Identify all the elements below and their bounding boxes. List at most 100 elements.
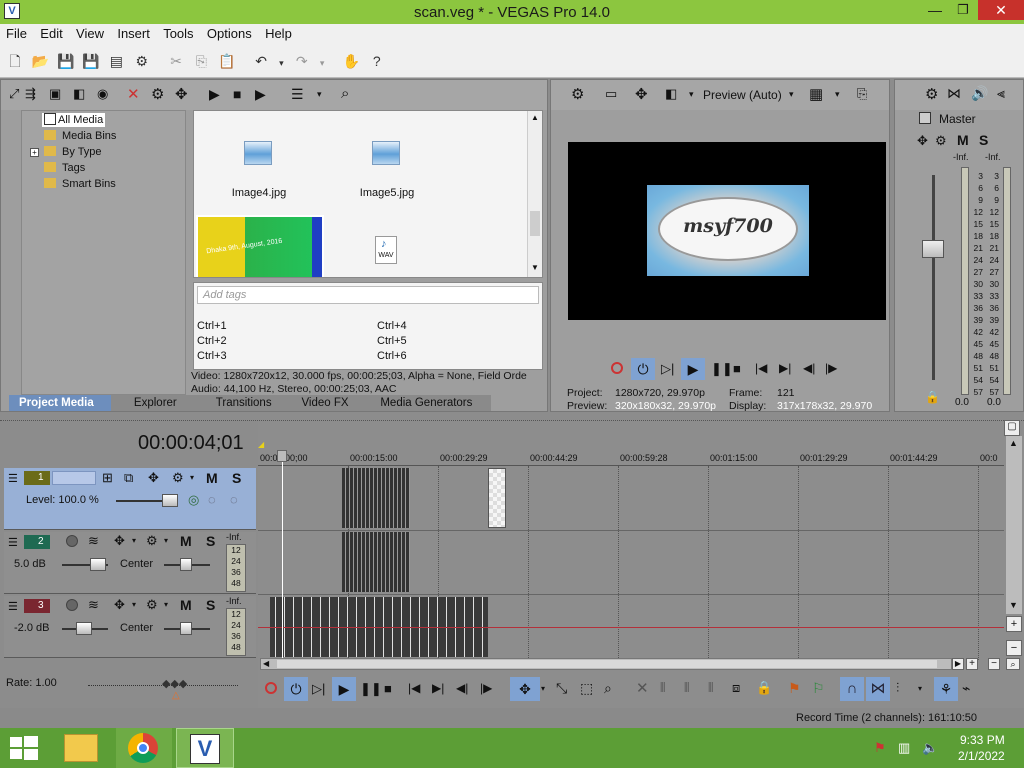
ignore-grouping-icon[interactable]: ⌁	[962, 680, 970, 697]
split-dropdown-icon[interactable]: ▾	[689, 89, 694, 100]
menu-tools[interactable]: Tools	[157, 24, 197, 41]
scroll-thumb[interactable]	[530, 211, 540, 236]
solo-button[interactable]: S	[232, 470, 241, 486]
track-fx-icon[interactable]: ✥	[114, 533, 125, 549]
scroll-thumb[interactable]	[277, 660, 937, 668]
tab-explorer[interactable]: Explorer	[114, 395, 196, 411]
playback-cursor[interactable]	[282, 456, 283, 658]
make-compositing-child-icon[interactable]: ⧉	[124, 470, 133, 486]
top-splitter[interactable]	[0, 420, 1024, 424]
undo-icon[interactable]: ↶	[251, 51, 271, 71]
delete-icon[interactable]: ✕	[636, 679, 649, 697]
scroll-down-icon[interactable]: ▼	[1009, 600, 1018, 610]
vegas-taskbar-button[interactable]: V	[176, 728, 234, 768]
clock-date[interactable]: 2/1/2022	[958, 749, 1005, 763]
track-fx-icon[interactable]: ⚙	[172, 470, 184, 486]
master-fader-handle[interactable]	[922, 240, 944, 258]
composite-mode-icon[interactable]: ⊞	[102, 470, 113, 486]
tab-video-fx[interactable]: Video FX	[291, 395, 359, 411]
add-tags-input[interactable]: Add tags	[197, 286, 539, 304]
solo-button[interactable]: S	[206, 597, 215, 613]
clock-time[interactable]: 9:33 PM	[960, 733, 1005, 747]
tab-transitions[interactable]: Transitions	[200, 395, 288, 411]
properties-icon[interactable]: ⚙	[132, 51, 152, 71]
level-slider-handle[interactable]	[162, 494, 178, 507]
speaker-icon[interactable]: 🔊	[971, 85, 988, 102]
mute-button[interactable]: M	[180, 533, 192, 549]
timecode-display[interactable]: 00:00:04;01	[138, 432, 244, 455]
save-icon[interactable]: 💾	[56, 51, 76, 71]
track-header-video-1[interactable]: ☰ 1 ⊞ ⧉ ✥ ⚙ ▾ M S Level: 100.0 % ◎ ◌ ◌	[4, 468, 256, 530]
capture-icon[interactable]: ▣	[49, 86, 61, 102]
stop-icon[interactable]: ■	[733, 361, 741, 376]
tab-project-media[interactable]: Project Media	[9, 395, 111, 411]
windows-start-icon[interactable]	[10, 736, 38, 760]
volume-slider-handle[interactable]	[90, 558, 106, 571]
zoom-tool-button[interactable]: ⌕	[1006, 658, 1020, 670]
trim-end-icon[interactable]: ⫴	[708, 680, 713, 696]
track-settings-icon[interactable]: ⚙	[146, 597, 158, 613]
loop-playback-icon[interactable]: ⏻	[284, 677, 308, 701]
volume-slider-handle[interactable]	[76, 622, 92, 635]
compositing-icon[interactable]: ◎	[188, 492, 199, 508]
track-minimize-icon[interactable]: ☰	[8, 472, 18, 485]
record-icon[interactable]	[265, 682, 277, 694]
video-fx-icon[interactable]: ✥	[635, 85, 648, 103]
render-as-icon[interactable]: ▤	[106, 51, 126, 71]
preview-quality-dropdown[interactable]: Preview (Auto)	[703, 88, 782, 102]
auto-ripple-icon[interactable]: ⫶	[896, 680, 899, 696]
edit-tool-dropdown-icon[interactable]: ▾	[541, 684, 545, 693]
lock-envelopes-icon[interactable]: ⚘	[934, 677, 958, 701]
video-thumbnail[interactable]: Dhaka 9th, August, 2016	[196, 215, 324, 277]
scroll-up-icon[interactable]: ▲	[1009, 438, 1018, 448]
zoom-out-horizontal-button[interactable]: −	[988, 658, 1000, 670]
next-frame-icon[interactable]: |▶	[825, 361, 837, 375]
open-icon[interactable]: 📂	[30, 51, 50, 71]
video-event-clip[interactable]	[342, 468, 410, 528]
image-event-clip[interactable]	[488, 468, 506, 528]
previous-frame-icon[interactable]: ◀|	[803, 361, 815, 375]
image-file-icon[interactable]	[244, 141, 272, 165]
go-to-start-icon[interactable]: |◀	[755, 361, 767, 375]
remove-media-icon[interactable]: ✕	[127, 85, 140, 103]
play-from-start-icon[interactable]: ▷|	[661, 361, 674, 377]
mute-button[interactable]: M	[206, 470, 218, 486]
lock-icon[interactable]: 🔒	[756, 680, 772, 696]
copy-icon[interactable]: ⎘	[191, 51, 211, 71]
menu-options[interactable]: Options	[201, 24, 256, 41]
menu-edit[interactable]: Edit	[34, 24, 66, 41]
pause-icon[interactable]: ❚❚	[711, 361, 733, 377]
preview-properties-icon[interactable]: ⚙	[571, 85, 584, 103]
pan-slider-handle[interactable]	[180, 622, 192, 635]
volume-envelope-line[interactable]	[258, 627, 1004, 628]
pause-icon[interactable]: ❚❚	[360, 681, 382, 697]
media-scrollbar[interactable]: ▲ ▼	[527, 111, 542, 277]
volume-muted-icon[interactable]: 🔈	[922, 740, 938, 756]
tree-item-media-bins[interactable]: Media Bins	[44, 129, 116, 143]
menu-file[interactable]: File	[0, 24, 31, 41]
cursor-handle-icon[interactable]	[277, 450, 287, 462]
track-fx-icon[interactable]: ✥	[114, 597, 125, 613]
menu-view[interactable]: View	[70, 24, 108, 41]
go-to-end-icon[interactable]: ▶|	[432, 681, 444, 695]
import-media-icon[interactable]: ⇶	[25, 86, 36, 102]
tree-item-all-media[interactable]: All Media	[42, 113, 106, 127]
master-fx-icon-2[interactable]: ✥	[917, 133, 928, 149]
image-file-icon[interactable]	[372, 141, 400, 165]
pan-slider-handle[interactable]	[180, 558, 192, 571]
close-button[interactable]: ✕	[978, 0, 1024, 20]
tree-item-by-type[interactable]: By Type	[44, 145, 102, 159]
track-fx-dropdown-icon[interactable]: ▾	[132, 600, 136, 609]
file-explorer-icon[interactable]	[64, 734, 98, 762]
go-to-start-icon[interactable]: |◀	[408, 681, 420, 695]
restore-button[interactable]: ❐	[950, 2, 976, 20]
envelope-tool-icon[interactable]: ⤡	[556, 680, 567, 697]
paste-icon[interactable]: 📋	[217, 51, 237, 71]
split-screen-icon[interactable]: ◧	[665, 86, 677, 102]
master-properties-icon[interactable]: ⚙	[925, 85, 938, 103]
redo-icon[interactable]: ↷	[292, 51, 312, 71]
marker-toggle-icon[interactable]: ▢	[1004, 420, 1020, 436]
new-project-icon[interactable]: 🗋	[5, 51, 25, 71]
wav-file-icon[interactable]: ♪ WAV	[375, 236, 397, 264]
media-properties-icon[interactable]: ⚙	[151, 85, 164, 103]
